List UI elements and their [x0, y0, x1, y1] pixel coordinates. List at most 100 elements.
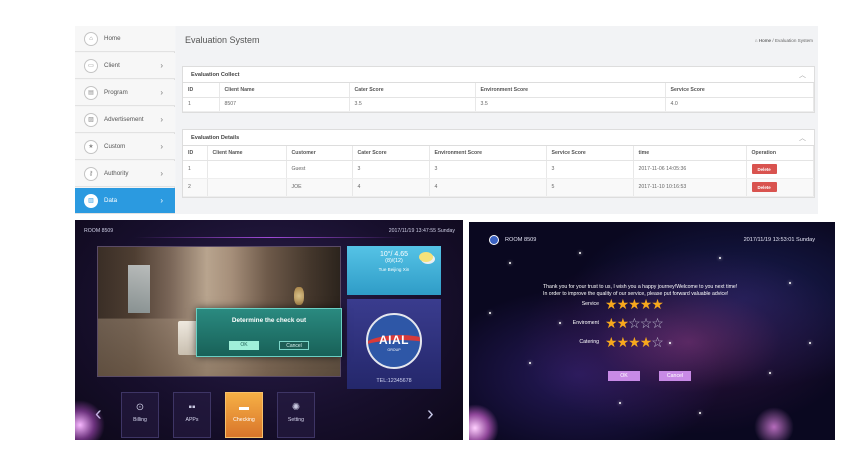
column-header: Operation — [746, 146, 814, 161]
sidebar-item-label: Data — [104, 197, 118, 204]
sparkle-decoration — [529, 362, 531, 364]
delete-button[interactable]: Delete — [751, 182, 777, 192]
lamp-image-part — [294, 287, 304, 305]
star-filled-icon[interactable]: ★ — [617, 315, 630, 331]
home-icon: ⌂ — [754, 38, 758, 43]
panel-header: Evaluation Collect ︿ — [183, 67, 814, 83]
column-header: Service Score — [546, 146, 634, 161]
sidebar-item-advertisement[interactable]: ▨ Advertisement › — [75, 107, 175, 133]
star-filled-icon[interactable]: ★ — [617, 296, 630, 312]
chevron-up-icon[interactable]: ︿ — [799, 70, 806, 80]
sparkle-decoration — [769, 372, 771, 374]
ok-button[interactable]: OK — [229, 341, 259, 350]
sidebar-item-program[interactable]: ▤ Program › — [75, 80, 175, 106]
panel-title: Evaluation Details — [191, 134, 240, 141]
rating-label: Service — [581, 301, 599, 307]
sidebar-item-home[interactable]: ⌂ Home — [75, 26, 175, 52]
table-cell: 4.0 — [665, 97, 814, 112]
chevron-right-icon[interactable]: › — [427, 403, 434, 426]
chevron-right-icon: › — [160, 115, 163, 124]
ok-button[interactable]: OK — [608, 371, 640, 381]
logo-subtext: GROUP — [387, 348, 401, 352]
star-rating[interactable]: ★★☆☆☆ — [605, 315, 664, 332]
star-empty-icon[interactable]: ☆ — [628, 315, 641, 331]
evaluation-collect-table: ID Client Name Cater Score Environment Scor… — [183, 83, 814, 112]
sidebar-item-label: Custom — [104, 143, 126, 150]
sidebar-item-authority[interactable]: ⚷ Authority › — [75, 161, 175, 187]
star-empty-icon[interactable]: ☆ — [640, 315, 653, 331]
star-filled-icon[interactable]: ★ — [617, 334, 630, 350]
table-cell: 5 — [546, 178, 634, 197]
breadcrumb-separator: / — [772, 38, 774, 43]
column-header: ID — [183, 146, 208, 161]
table-cell: 3.5 — [475, 97, 666, 112]
hotel-logo-tile: AIAL GROUP TEL:12345678 — [347, 299, 441, 389]
sidebar-item-client[interactable]: ▭ Client › — [75, 53, 175, 79]
column-header: Customer — [286, 146, 353, 161]
gear-icon: ✺ — [291, 402, 301, 413]
evaluation-details-table: ID Client Name Customer Cater Score Environm… — [183, 146, 814, 197]
window-image-part — [128, 265, 150, 313]
table-cell — [207, 178, 287, 197]
cancel-button[interactable]: Cancel — [279, 341, 309, 350]
logo-text: AIAL — [379, 333, 409, 347]
star-filled-icon[interactable]: ★ — [640, 296, 653, 312]
decorative-glow — [754, 407, 794, 440]
column-header: Cater Score — [352, 146, 430, 161]
star-filled-icon[interactable]: ★ — [605, 296, 618, 312]
sparkle-decoration — [559, 322, 561, 324]
key-icon: ⚷ — [84, 166, 98, 181]
sidebar-item-label: Client — [104, 62, 120, 69]
monitor-icon: ▭ — [84, 58, 98, 73]
sidebar-item-data[interactable]: ▥ Data › — [75, 188, 175, 214]
menu-tile-checking[interactable]: ▬ Checking — [225, 392, 263, 438]
table-cell: 2017-11-10 10:16:53 — [633, 178, 747, 197]
star-filled-icon[interactable]: ★ — [628, 296, 641, 312]
datetime: 2017/11/19 13:47:55 Sunday — [388, 228, 455, 234]
menu-tile-label: APPs — [185, 417, 199, 423]
table-cell: 4 — [429, 178, 547, 197]
chevron-up-icon[interactable]: ︿ — [799, 133, 806, 143]
sidebar-item-label: Program — [104, 89, 128, 96]
billing-icon: ⊙ — [135, 402, 145, 413]
table-cell: Guest — [286, 160, 353, 179]
menu-tile-billing[interactable]: ⊙ Billing — [121, 392, 159, 438]
chevron-right-icon: › — [160, 88, 163, 97]
main-content: Evaluation System ⌂ Home / Evaluation Sy… — [176, 26, 818, 214]
table-cell: Delete — [746, 178, 814, 197]
star-filled-icon[interactable]: ★ — [605, 334, 618, 350]
weather-tile[interactable]: 10°/ 4.65 (8)/(12) Tue Beijing Xin — [347, 246, 441, 295]
chart-icon: ▥ — [84, 193, 98, 208]
table-cell: 3 — [546, 160, 634, 179]
star-rating[interactable]: ★★★★★ — [605, 296, 664, 313]
sparkle-decoration — [489, 312, 491, 314]
column-header: Service Score — [665, 83, 814, 98]
cancel-button[interactable]: Cancel — [659, 371, 691, 381]
sidebar-item-custom[interactable]: ★ Custom › — [75, 134, 175, 160]
sparkle-decoration — [619, 402, 621, 404]
chevron-right-icon: › — [160, 142, 163, 151]
menu-tile-apps[interactable]: ▪▪ APPs — [173, 392, 211, 438]
rating-label: Enviroment — [572, 320, 599, 326]
breadcrumb-home-link[interactable]: Home — [759, 38, 771, 43]
column-header: Environment Score — [475, 83, 666, 98]
aial-logo: AIAL GROUP — [366, 313, 422, 369]
menu-tile-label: Setting — [287, 417, 305, 423]
star-empty-icon[interactable]: ☆ — [651, 334, 664, 350]
evaluation-collect-panel: Evaluation Collect ︿ ID Client Name Cater … — [182, 66, 815, 113]
star-empty-icon[interactable]: ☆ — [651, 315, 664, 331]
column-header: Cater Score — [349, 83, 476, 98]
table-cell: 3 — [429, 160, 547, 179]
sparkle-decoration — [579, 252, 581, 254]
menu-tile-setting[interactable]: ✺ Setting — [277, 392, 315, 438]
star-rating[interactable]: ★★★★☆ — [605, 334, 664, 351]
star-filled-icon[interactable]: ★ — [651, 296, 664, 312]
image-icon: ▨ — [84, 112, 98, 127]
star-filled-icon[interactable]: ★ — [628, 334, 641, 350]
delete-button[interactable]: Delete — [751, 164, 777, 174]
star-filled-icon[interactable]: ★ — [605, 315, 618, 331]
sparkle-decoration — [719, 257, 721, 259]
apps-icon: ▪▪ — [188, 402, 196, 413]
table-cell: 2017-11-06 14:05:36 — [633, 160, 747, 179]
star-filled-icon[interactable]: ★ — [640, 334, 653, 350]
